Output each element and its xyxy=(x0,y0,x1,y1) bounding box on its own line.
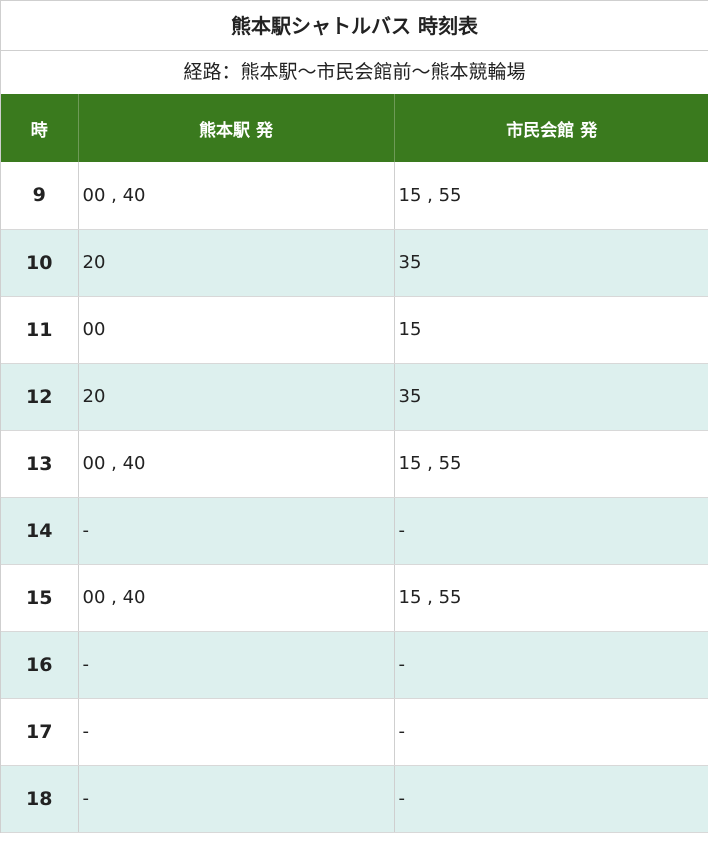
table-row: 15 00 , 40 15 , 55 xyxy=(1,564,708,632)
hour-cell: 17 xyxy=(1,698,78,766)
table-row: 10 20 35 xyxy=(1,229,708,297)
timetable-container: 熊本駅シャトルバス 時刻表 経路：熊本駅〜市民会館前〜熊本競輪場 時 熊本駅 発… xyxy=(0,0,708,833)
hall-departure-cell: - xyxy=(393,765,708,833)
hour-cell: 13 xyxy=(1,430,78,498)
timetable-title: 熊本駅シャトルバス 時刻表 xyxy=(1,0,708,51)
station-departure-cell: 20 xyxy=(77,363,394,431)
station-departure-cell: 20 xyxy=(77,229,394,297)
route-description: 経路：熊本駅〜市民会館前〜熊本競輪場 xyxy=(183,61,526,83)
header-from-hall: 市民会館 発 xyxy=(393,94,708,162)
hour-cell: 18 xyxy=(1,765,78,833)
hour-cell: 9 xyxy=(1,162,78,230)
table-row: 18 - - xyxy=(1,765,708,833)
table-row: 9 00 , 40 15 , 55 xyxy=(1,162,708,230)
hall-departure-cell: 15 , 55 xyxy=(393,564,708,632)
header-hour: 時 xyxy=(1,94,78,162)
station-departure-cell: 00 xyxy=(77,296,394,364)
station-departure-cell: 00 , 40 xyxy=(77,162,394,230)
hour-cell: 11 xyxy=(1,296,78,364)
table-row: 12 20 35 xyxy=(1,363,708,431)
table-row: 13 00 , 40 15 , 55 xyxy=(1,430,708,498)
hour-cell: 15 xyxy=(1,564,78,632)
hour-cell: 10 xyxy=(1,229,78,297)
hall-departure-cell: - xyxy=(393,631,708,699)
station-departure-cell: - xyxy=(77,631,394,699)
station-departure-cell: - xyxy=(77,497,394,565)
station-departure-cell: 00 , 40 xyxy=(77,564,394,632)
table-row: 11 00 15 xyxy=(1,296,708,364)
header-from-station: 熊本駅 発 xyxy=(77,94,394,162)
timetable: 時 熊本駅 発 市民会館 発 9 00 , 40 15 , 55 10 20 3… xyxy=(1,94,708,833)
hour-cell: 12 xyxy=(1,363,78,431)
hour-cell: 16 xyxy=(1,631,78,699)
station-departure-cell: - xyxy=(77,698,394,766)
hall-departure-cell: 15 , 55 xyxy=(393,430,708,498)
station-departure-cell: 00 , 40 xyxy=(77,430,394,498)
hall-departure-cell: - xyxy=(393,497,708,565)
table-header: 時 熊本駅 発 市民会館 発 xyxy=(1,94,708,162)
table-body: 9 00 , 40 15 , 55 10 20 35 11 00 15 12 2… xyxy=(1,162,708,833)
hall-departure-cell: 35 xyxy=(393,363,708,431)
hall-departure-cell: - xyxy=(393,698,708,766)
hour-cell: 14 xyxy=(1,497,78,565)
hall-departure-cell: 15 xyxy=(393,296,708,364)
table-row: 17 - - xyxy=(1,698,708,766)
hall-departure-cell: 15 , 55 xyxy=(393,162,708,230)
table-row: 16 - - xyxy=(1,631,708,699)
station-departure-cell: - xyxy=(77,765,394,833)
table-row: 14 - - xyxy=(1,497,708,565)
hall-departure-cell: 35 xyxy=(393,229,708,297)
